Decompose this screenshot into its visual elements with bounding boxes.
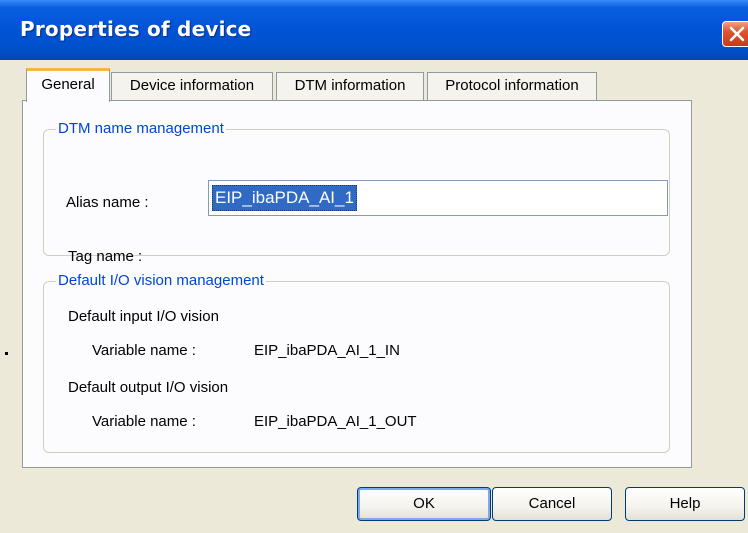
default-output-heading: Default output I/O vision <box>68 379 229 396</box>
close-icon <box>729 26 745 42</box>
dtm-group-title: DTM name management <box>56 120 226 137</box>
ok-button[interactable]: OK <box>357 487 491 521</box>
input-variable-value: EIP_ibaPDA_AI_1_IN <box>254 342 400 359</box>
title-bar[interactable]: Properties of device <box>0 0 748 60</box>
output-variable-label: Variable name : <box>92 413 196 430</box>
properties-dialog: Properties of device General Device info… <box>0 0 748 533</box>
dtm-name-management-group: DTM name management Alias name : EIP_iba… <box>43 120 670 265</box>
help-button[interactable]: Help <box>625 487 745 521</box>
output-variable-value: EIP_ibaPDA_AI_1_OUT <box>254 413 417 430</box>
stray-dot <box>5 352 8 355</box>
input-variable-label: Variable name : <box>92 342 196 359</box>
tab-device-information[interactable]: Device information <box>111 72 273 100</box>
default-input-heading: Default input I/O vision <box>68 308 219 325</box>
tab-dtm-information[interactable]: DTM information <box>276 72 424 100</box>
tab-general[interactable]: General <box>26 68 110 102</box>
cancel-button[interactable]: Cancel <box>492 487 612 521</box>
io-vision-management-group: Default I/O vision management Default in… <box>43 272 670 453</box>
alias-name-input[interactable]: EIP_ibaPDA_AI_1 <box>208 180 668 216</box>
window-title: Properties of device <box>20 17 252 41</box>
close-button[interactable] <box>722 21 748 47</box>
alias-name-value: EIP_ibaPDA_AI_1 <box>212 185 357 211</box>
io-group-title: Default I/O vision management <box>56 272 266 289</box>
alias-name-label: Alias name : <box>66 194 149 211</box>
tag-name-label: Tag name : <box>68 248 143 265</box>
tab-protocol-information[interactable]: Protocol information <box>427 72 597 100</box>
general-tab-panel: DTM name management Alias name : EIP_iba… <box>22 100 692 468</box>
